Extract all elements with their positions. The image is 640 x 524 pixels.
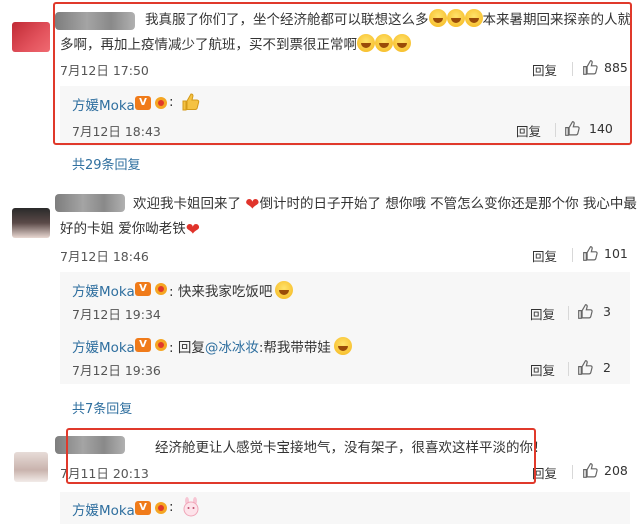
reply-thread: 方媛Moka V :: [60, 492, 630, 524]
fan-medal-icon: [155, 339, 167, 351]
thumbs-up-icon[interactable]: [577, 303, 594, 320]
fan-medal-icon: [155, 502, 167, 514]
timestamp: 7月12日 19:34: [72, 307, 161, 322]
timestamp: 7月12日 18:46: [60, 249, 149, 264]
like-count: 208: [604, 463, 628, 478]
reply-author[interactable]: 方媛Moka: [72, 499, 135, 519]
reply-author[interactable]: 方媛Moka: [72, 280, 135, 300]
reply-thread: 方媛Moka V : 快来我家吃饭吧 7月12日 19:34 回复 3 方媛Mo…: [60, 272, 630, 384]
reply-item: 方媛Moka V : 回复@冰冰妆:帮我带带娃 7月12日 19:36 回复 2: [60, 328, 630, 384]
verified-badge: V: [135, 338, 151, 352]
username-blurred[interactable]: [55, 194, 125, 212]
grinning-emoji-icon: [275, 281, 294, 299]
heart-emoji-icon: ❤: [185, 220, 201, 240]
highlight-box: [66, 428, 536, 484]
reply-item: 方媛Moka V :: [60, 492, 630, 524]
more-replies-link[interactable]: 共7条回复: [72, 398, 132, 417]
thinking-emoji-icon: [333, 337, 352, 355]
reply-item: 方媛Moka V : 快来我家吃饭吧 7月12日 19:34 回复 3: [60, 272, 630, 328]
like-count: 2: [603, 360, 611, 375]
reply-button[interactable]: 回复: [530, 304, 555, 323]
avatar[interactable]: [12, 22, 50, 52]
like-count: 101: [604, 246, 628, 261]
bunny-emoji-icon: [183, 497, 199, 517]
thumbs-up-icon[interactable]: [582, 245, 599, 262]
reply-text: : 快来我家吃饭吧: [169, 280, 294, 300]
avatar[interactable]: [14, 452, 48, 482]
like-count: 3: [603, 304, 611, 319]
avatar[interactable]: [12, 208, 50, 238]
verified-badge: V: [135, 501, 151, 515]
reply-text: :: [169, 499, 174, 515]
comment-text: 欢迎我卡姐回来了 ❤倒计时的日子开始了 想你哦 不管怎么变你还是那个你 我心中最: [133, 192, 637, 218]
reply-button[interactable]: 回复: [530, 360, 555, 379]
divider: [572, 465, 573, 479]
divider: [568, 306, 569, 320]
highlight-box: [53, 2, 632, 145]
comment-meta: 7月12日 18:46 回复 101: [60, 244, 630, 266]
fan-medal-icon: [155, 283, 167, 295]
reply-text: : 回复@冰冰妆:帮我带带娃: [169, 336, 352, 356]
comment-text-line-2: 好的卡姐 爱你呦老铁❤: [60, 217, 630, 243]
reply-meta: 7月12日 19:36 回复 2: [72, 358, 617, 380]
more-replies-link[interactable]: 共29条回复: [72, 154, 141, 173]
verified-badge: V: [135, 282, 151, 296]
divider: [568, 362, 569, 376]
heart-emoji-icon: ❤: [245, 195, 260, 215]
reply-meta: 7月12日 19:34 回复 3: [72, 302, 617, 324]
thumbs-up-icon[interactable]: [582, 462, 599, 479]
reply-button[interactable]: 回复: [532, 246, 557, 265]
timestamp: 7月12日 19:36: [72, 363, 161, 378]
mention-link[interactable]: @冰冰妆: [205, 340, 259, 356]
thumbs-up-icon[interactable]: [577, 359, 594, 376]
divider: [572, 248, 573, 262]
reply-author[interactable]: 方媛Moka: [72, 336, 135, 356]
